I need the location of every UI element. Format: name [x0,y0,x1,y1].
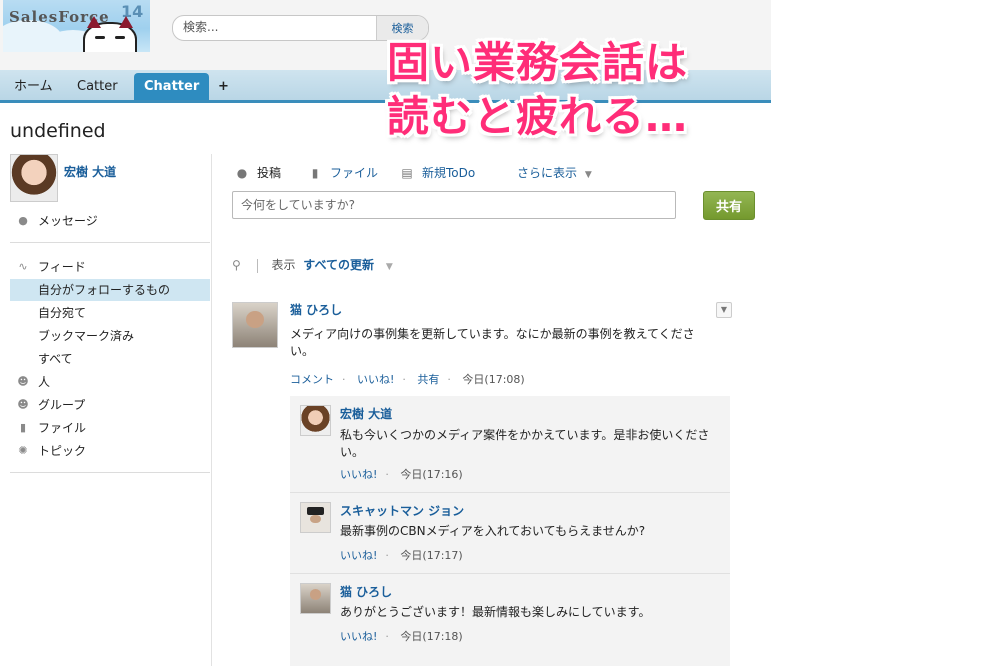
comment-author[interactable]: 猫 ひろし [340,583,392,600]
cat-mascot-icon [83,16,137,52]
post-menu-chevron-icon[interactable]: ▼ [716,302,732,318]
comment-avatar[interactable] [300,502,331,533]
publisher-file-tab[interactable]: ▮ ファイル [306,160,378,186]
tab-home[interactable]: ホーム [4,73,63,100]
post-body: メディア向けの事例集を更新しています。なにか最新の事例を教えてくださ い。 [290,327,695,358]
feed-filter: ⚲ 表示 すべての更新 ▼ [232,258,393,273]
comment-actions: いいね! · 今日(17:16) [340,468,463,481]
comment-author[interactable]: スキャットマン ジョン [340,502,464,519]
speech-bubble-icon: ● [236,166,248,180]
chevron-down-icon: ▼ [584,170,592,180]
comment-timestamp[interactable]: 今日(17:17) [400,549,462,562]
divider [10,242,210,243]
tab-add[interactable]: + [208,73,239,100]
sidebar-user-name[interactable]: 宏樹 大道 [64,163,116,180]
like-link[interactable]: いいね! [357,373,394,386]
sidebar-item-following[interactable]: 自分がフォローするもの [10,279,210,301]
comment-timestamp[interactable]: 今日(17:16) [400,468,462,481]
user-avatar[interactable] [10,154,58,202]
like-link[interactable]: いいね! [340,549,377,562]
sidebar-item-all[interactable]: すべて [10,348,210,370]
publisher-more-tab[interactable]: さらに表示 ▼ [517,160,592,186]
comment-actions: いいね! · 今日(17:17) [340,549,463,562]
caption-line-2: 読むと疲れる… [387,92,689,141]
sidebar-item-messages[interactable]: ● メッセージ [10,210,210,232]
notepad-icon: ▤ [401,166,413,180]
file-icon: ▮ [19,421,27,434]
post-input[interactable] [232,191,676,219]
person-icon: ☻ [17,375,29,388]
sidebar-item-feed[interactable]: ∿ フィード [10,256,210,278]
gear-icon: ✺ [18,444,28,457]
pulse-icon: ∿ [18,260,28,273]
group-icon: ☻ [17,398,29,411]
comment-avatar[interactable] [300,405,331,436]
comment-body: 最新事例のCBNメディアを入れておいてもらえませんか? [340,524,646,538]
comment-avatar[interactable] [300,583,331,614]
post-author-name[interactable]: 猫 ひろし [290,301,342,318]
tab-catter[interactable]: Catter [67,73,128,100]
divider [290,492,730,493]
divider [290,573,730,574]
post-author-avatar[interactable] [232,302,278,348]
tab-chatter[interactable]: Chatter [134,73,210,100]
sidebar-item-topics[interactable]: ✺ トピック [10,440,210,462]
comment-author[interactable]: 宏樹 大道 [340,405,392,422]
comment-body: ありがとうございます！最新情報も楽しみにしています。 [340,605,651,619]
sidebar-item-to-me[interactable]: 自分宛て [10,302,210,324]
sidebar-item-groups[interactable]: ☻ グループ [10,394,210,416]
caption-banner: 固い業務会話は 読むと疲れる… [387,36,688,144]
comment-timestamp[interactable]: 今日(17:18) [400,630,462,643]
caption-line-1: 固い業務会話は [387,38,689,87]
comment-link[interactable]: コメント [290,373,334,386]
file-icon: ▮ [311,166,319,180]
comment-actions: いいね! · 今日(17:18) [340,630,463,643]
sidebar-item-bookmarked[interactable]: ブックマーク済み [10,325,210,347]
publisher-todo-tab[interactable]: ▤ 新規ToDo [398,160,475,186]
filter-dropdown[interactable]: すべての更新 [303,258,374,272]
speech-bubble-icon: ● [18,214,28,227]
share-button[interactable]: 共有 [703,191,755,220]
share-link[interactable]: 共有 [417,373,439,386]
sidebar-item-people[interactable]: ☻ 人 [10,371,210,393]
post-actions: コメント · いいね! · 共有 · 今日(17:08) [290,373,525,386]
publisher-post-tab[interactable]: ● 投稿 [233,160,281,186]
divider [10,472,210,473]
sidebar-item-files[interactable]: ▮ ファイル [10,417,210,439]
chevron-down-icon[interactable]: ▼ [386,262,393,272]
comment-body: 私も今いくつかのメディア案件をかかえています。是非お使いくださ い。 [340,428,710,459]
like-link[interactable]: いいね! [340,630,377,643]
column-divider [211,154,212,666]
post-timestamp[interactable]: 今日(17:08) [462,373,524,386]
like-link[interactable]: いいね! [340,468,377,481]
search-input[interactable] [173,16,393,38]
search-icon[interactable]: ⚲ [232,258,241,272]
page-title: undefined [10,120,106,142]
app-logo[interactable]: SalesForce 14 [3,0,150,52]
